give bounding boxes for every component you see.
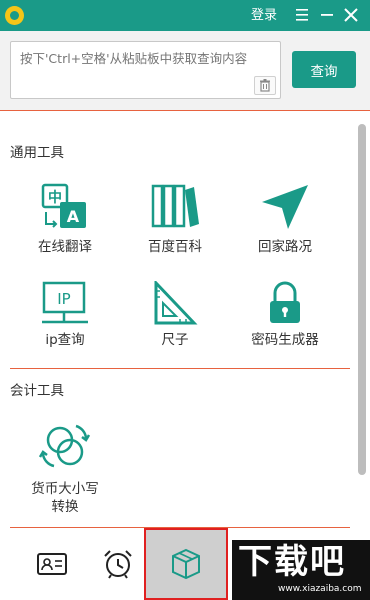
tool-password[interactable]: 密码生成器	[240, 281, 330, 349]
svg-text:A: A	[67, 207, 80, 226]
tool-label: 尺子	[161, 332, 189, 348]
monitor-ip-icon: IP	[42, 281, 88, 324]
tab-card[interactable]	[22, 528, 82, 600]
minimize-icon[interactable]	[319, 6, 335, 24]
tool-label: 货币大小写 转换	[20, 480, 110, 516]
section-divider	[10, 368, 350, 369]
currency-convert-icon	[38, 424, 91, 468]
svg-text:中: 中	[48, 189, 62, 206]
id-card-icon	[37, 553, 67, 575]
query-button[interactable]: 查询	[292, 51, 356, 88]
navigation-arrow-icon	[262, 185, 308, 229]
logo-icon	[5, 6, 24, 25]
search-input[interactable]	[20, 51, 270, 66]
box-icon	[172, 548, 200, 580]
tool-ruler[interactable]: 尺子	[130, 281, 220, 349]
tool-label: 在线翻译	[38, 239, 92, 255]
tool-baike[interactable]: 百度百科	[130, 182, 220, 256]
watermark-logo: 下载吧 www.xiazaiba.com	[232, 540, 370, 600]
watermark-url: www.xiazaiba.com	[278, 584, 362, 594]
tool-label: 百度百科	[148, 239, 202, 255]
tab-box[interactable]	[144, 528, 228, 600]
menu-icon[interactable]	[294, 6, 310, 24]
tool-label-line2: 转换	[51, 499, 79, 515]
tool-translate[interactable]: 中 A 在线翻译	[20, 182, 110, 256]
clear-button[interactable]	[254, 76, 276, 95]
watermark-text: 下载吧	[238, 542, 346, 582]
tab-alarm[interactable]	[88, 528, 148, 600]
tool-currency[interactable]: 货币大小写 转换	[20, 422, 110, 516]
title-bar: 登录	[0, 0, 370, 31]
bottom-tab-bar: 下载吧 www.xiazaiba.com	[0, 528, 370, 600]
books-icon	[151, 184, 199, 228]
lock-icon	[270, 281, 300, 323]
tool-label: 密码生成器	[251, 332, 319, 348]
trash-icon	[260, 79, 270, 92]
search-box	[10, 41, 281, 99]
tool-traffic[interactable]: 回家路况	[240, 182, 330, 256]
tool-label: 回家路况	[258, 239, 312, 255]
tool-label: ip查询	[45, 332, 85, 348]
svg-text:IP: IP	[57, 290, 70, 308]
close-icon[interactable]	[343, 6, 359, 24]
login-link[interactable]: 登录	[251, 7, 277, 24]
triangle-ruler-icon	[154, 281, 198, 325]
section-title-accounting: 会计工具	[10, 383, 64, 399]
tool-ip[interactable]: IP ip查询	[20, 281, 110, 349]
scrollbar[interactable]	[358, 124, 366, 475]
search-panel: 查询	[0, 31, 370, 111]
tool-label-line1: 货币大小写	[31, 481, 99, 497]
section-title-general: 通用工具	[10, 145, 64, 161]
alarm-clock-icon	[104, 550, 132, 579]
translate-icon: 中 A	[41, 183, 86, 228]
